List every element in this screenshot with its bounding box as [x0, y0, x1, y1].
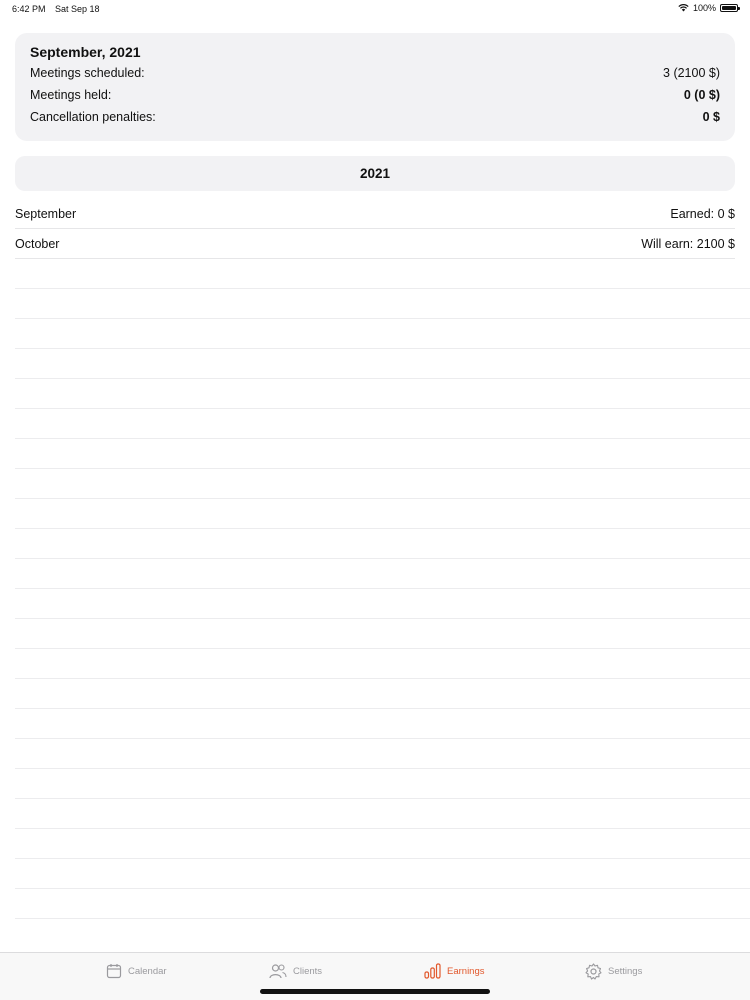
tab-clients[interactable]: Clients	[269, 963, 322, 979]
month-name: September	[15, 206, 77, 221]
summary-value: 0 $	[702, 110, 720, 124]
summary-value: 3 (2100 $)	[663, 66, 720, 80]
tab-calendar[interactable]: Calendar	[106, 963, 167, 979]
empty-list-rows	[15, 259, 750, 919]
month-amount: Earned: 0 $	[670, 206, 735, 221]
summary-label: Meetings scheduled:	[30, 66, 145, 80]
list-item-september[interactable]: September Earned: 0 $	[15, 199, 735, 229]
tab-label: Clients	[293, 965, 323, 977]
summary-value: 0 (0 $)	[683, 88, 720, 102]
summary-row-scheduled: Meetings scheduled: 3 (2100 $)	[30, 64, 720, 82]
home-indicator	[260, 989, 490, 994]
month-summary-card: September, 2021 Meetings scheduled: 3 (2…	[15, 33, 735, 141]
battery-icon	[720, 4, 740, 12]
summary-label: Meetings held:	[30, 88, 112, 102]
status-date: Sat Sep 18	[55, 4, 100, 14]
calendar-icon	[106, 964, 122, 979]
tab-label: Earnings	[447, 965, 485, 977]
month-list: September Earned: 0 $ October Will earn:…	[15, 199, 735, 259]
month-amount: Will earn: 2100 $	[641, 236, 735, 251]
summary-row-penalties: Cancellation penalties: 0 $	[30, 108, 720, 126]
year-section-header: 2021	[15, 156, 735, 191]
bar-chart-icon	[424, 963, 441, 979]
battery-percentage: 100%	[692, 3, 716, 13]
summary-row-held: Meetings held: 0 (0 $)	[30, 86, 720, 104]
list-item-october[interactable]: October Will earn: 2100 $	[15, 229, 735, 259]
gear-icon	[585, 963, 602, 980]
month-name: October	[15, 236, 60, 251]
year-label: 2021	[359, 166, 391, 181]
summary-label: Cancellation penalties:	[30, 110, 156, 124]
people-icon	[269, 964, 287, 979]
tab-earnings[interactable]: Earnings	[424, 963, 485, 979]
summary-title: September, 2021	[30, 44, 141, 60]
tab-label: Settings	[608, 966, 643, 977]
wifi-icon	[678, 4, 689, 12]
tab-settings[interactable]: Settings	[585, 963, 642, 980]
status-indicators: 100%	[678, 3, 740, 13]
tab-label: Calendar	[128, 965, 167, 977]
status-time: 6:42 PM	[12, 4, 46, 14]
status-bar: 6:42 PM Sat Sep 18 100%	[0, 0, 750, 18]
